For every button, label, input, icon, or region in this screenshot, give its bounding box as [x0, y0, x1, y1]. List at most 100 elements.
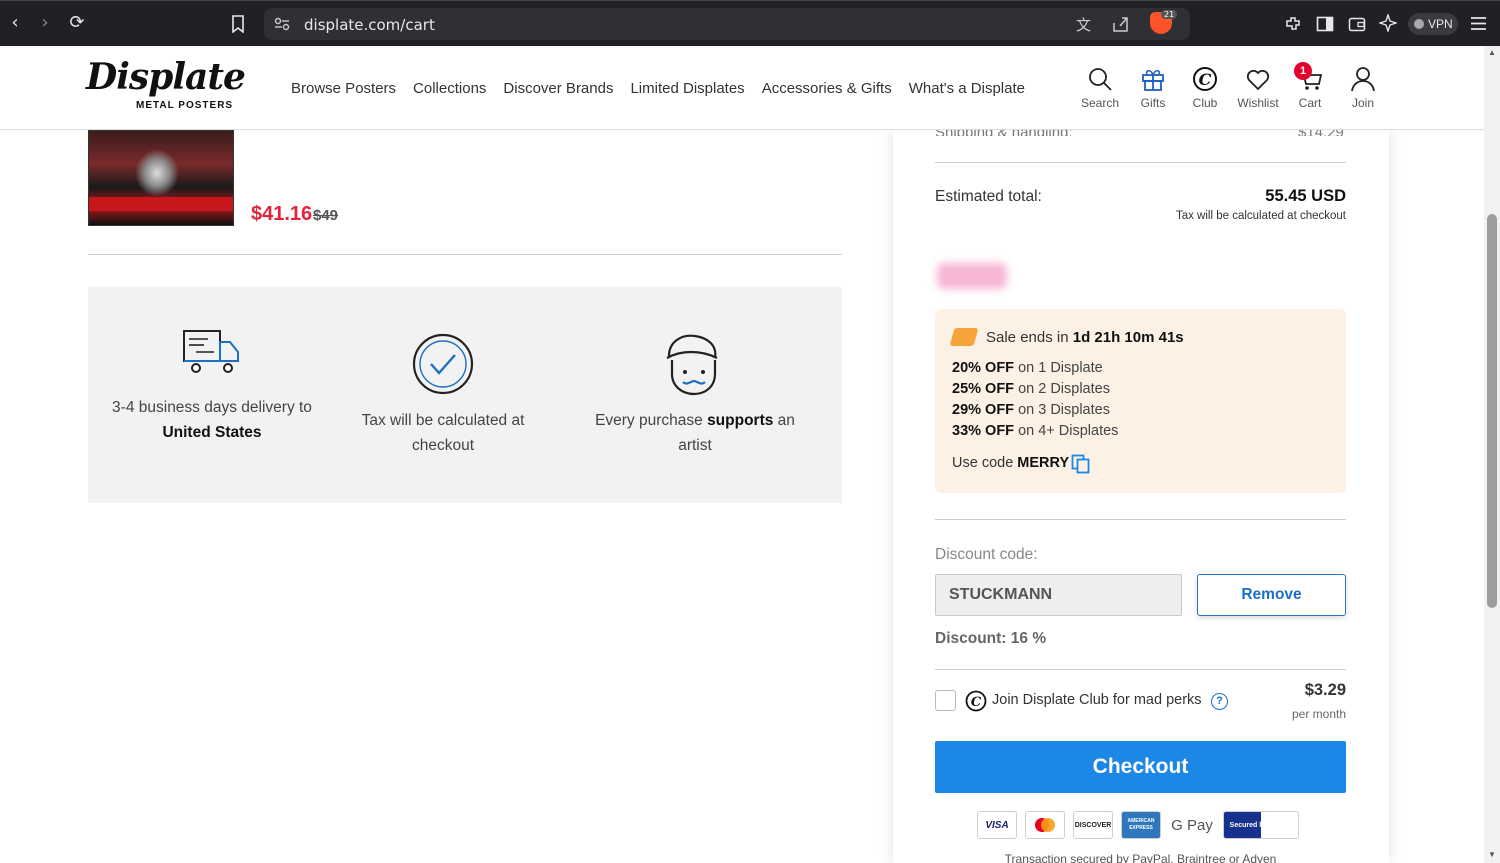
scroll-down-arrow[interactable]: ▼: [1487, 850, 1497, 859]
site-settings-icon[interactable]: [274, 17, 290, 31]
nav-browse-posters[interactable]: Browse Posters: [291, 80, 396, 97]
leo-ai-icon[interactable]: [1379, 14, 1397, 32]
tax-info: Tax will be calculated at checkout: [361, 412, 525, 454]
gift-icon: [1142, 69, 1164, 91]
club-price: $3.29: [1304, 681, 1346, 699]
logo-subtitle: METAL POSTERS: [136, 100, 234, 111]
nav-limited-displates[interactable]: Limited Displates: [630, 80, 744, 97]
nav-discover-brands[interactable]: Discover Brands: [503, 80, 613, 97]
product-price: $41.16: [251, 203, 313, 225]
copy-icon[interactable]: [1071, 454, 1091, 474]
artist-icon: [666, 334, 718, 396]
browser-toolbar: ‹ › ⟳ displate.com/cart 文 21 VPN: [0, 0, 1500, 46]
estimated-total-label: Estimated total:: [935, 188, 1042, 205]
tier-off: 29% OFF: [952, 402, 1015, 418]
extensions-icon[interactable]: [1284, 15, 1302, 33]
tax-note: Tax will be calculated at checkout: [1175, 210, 1346, 222]
amex-logo: AMERICAN EXPRESS: [1121, 811, 1161, 839]
remove-discount-button[interactable]: Remove: [1197, 574, 1346, 616]
club-offer-text: Join Displate Club for mad perks: [992, 692, 1202, 708]
delivery-country: United States: [162, 424, 262, 441]
translate-icon[interactable]: 文: [1076, 14, 1091, 35]
delivery-info: 3-4 business days delivery to United Sta…: [102, 395, 322, 445]
visa-logo: VISA: [977, 811, 1017, 839]
artwork-tree: [135, 149, 179, 197]
wishlist-nav[interactable]: Wishlist: [1233, 66, 1283, 110]
nav-whats-a-displate[interactable]: What's a Displate: [909, 80, 1025, 97]
wallet-icon[interactable]: [1348, 15, 1366, 33]
user-icon: [1351, 67, 1375, 92]
tier-text: on 2 Displates: [1014, 381, 1110, 397]
promo-code: MERRY: [1017, 455, 1070, 471]
join-nav[interactable]: Join: [1338, 66, 1388, 110]
discount-tier: 20% OFF on 1 Displate: [952, 360, 1103, 376]
tier-text: on 1 Displate: [1014, 360, 1103, 376]
discount-tier: 33% OFF on 4+ Displates: [952, 423, 1118, 439]
discount-code-input[interactable]: [935, 574, 1182, 616]
club-checkbox[interactable]: [935, 690, 956, 711]
secured-note: Transaction secured by PayPal, Braintree…: [1004, 852, 1277, 863]
support-bold: supports: [707, 412, 774, 429]
bookmark-icon[interactable]: [231, 15, 245, 33]
club-icon: C: [1193, 67, 1217, 91]
forward-button[interactable]: ›: [34, 12, 56, 34]
tier-off: 33% OFF: [952, 423, 1015, 439]
artist-support-info: Every purchase supports an artist: [585, 408, 805, 458]
delivery-text: 3-4 business days delivery to: [112, 399, 312, 416]
sidebar-icon[interactable]: [1316, 15, 1334, 33]
vpn-button[interactable]: VPN: [1408, 13, 1458, 35]
promo-code-line: Use code MERRY: [952, 455, 1069, 471]
checkmark-circle-icon: [412, 333, 474, 395]
divider: [88, 254, 842, 255]
support-text: Every purchase: [595, 412, 708, 429]
reload-button[interactable]: ⟳: [66, 12, 88, 34]
discount-code-label: Discount code:: [935, 546, 1038, 563]
gifts-nav[interactable]: Gifts: [1128, 66, 1178, 110]
help-icon[interactable]: ?: [1211, 693, 1228, 710]
main-nav: Browse Posters Collections Discover Bran…: [291, 80, 1025, 97]
displate-logo[interactable]: Displate: [86, 56, 246, 98]
svg-text:C: C: [971, 695, 982, 710]
nav-collections[interactable]: Collections: [413, 80, 486, 97]
paypal-logo: Secured by PayPal: [1223, 811, 1299, 839]
mastercard-logo: [1025, 811, 1065, 839]
sale-countdown: Sale ends in 1d 21h 10m 41s: [986, 329, 1184, 346]
product-thumbnail[interactable]: [88, 130, 234, 226]
klarna-badge: [937, 263, 1007, 289]
url-text[interactable]: displate.com/cart: [304, 16, 435, 34]
cart-count-badge: 1: [1294, 62, 1312, 80]
vpn-label: VPN: [1428, 17, 1453, 31]
club-label: Club: [1192, 96, 1218, 110]
address-bar[interactable]: displate.com/cart 文: [264, 8, 1190, 40]
countdown-timer: 1d 21h 10m 41s: [1072, 329, 1184, 346]
gifts-label: Gifts: [1140, 96, 1166, 110]
delivery-truck-icon: [183, 330, 239, 373]
benefits-panel: 3-4 business days delivery to United Sta…: [88, 287, 842, 503]
svg-text:C: C: [1199, 70, 1212, 89]
discount-result: Discount: 16 %: [935, 630, 1047, 647]
checkout-button[interactable]: Checkout: [935, 741, 1346, 793]
tier-text: on 4+ Displates: [1014, 423, 1119, 439]
nav-accessories-gifts[interactable]: Accessories & Gifts: [762, 80, 892, 97]
menu-icon[interactable]: [1470, 16, 1487, 31]
google-pay-logo: G Pay: [1169, 811, 1215, 839]
discover-logo: DISCOVER: [1073, 811, 1113, 839]
back-button[interactable]: ‹: [4, 12, 26, 34]
divider: [935, 519, 1346, 520]
tier-off: 25% OFF: [952, 381, 1015, 397]
payment-methods: VISA DISCOVER AMERICAN EXPRESS G Pay Sec…: [977, 811, 1299, 839]
club-nav[interactable]: C Club: [1180, 66, 1230, 110]
shield-count-badge: 21: [1161, 10, 1178, 19]
search-icon: [1089, 68, 1112, 91]
artwork-river: [89, 197, 233, 211]
search-label: Search: [1080, 96, 1120, 110]
share-icon[interactable]: [1112, 16, 1130, 32]
heart-icon: [1246, 69, 1270, 91]
mastercard-icon: [1035, 818, 1055, 832]
scroll-up-arrow[interactable]: ▲: [1487, 48, 1497, 57]
search-nav[interactable]: Search: [1075, 66, 1125, 110]
tier-off: 20% OFF: [952, 360, 1015, 376]
discount-tier: 25% OFF on 2 Displates: [952, 381, 1110, 397]
tier-text: on 3 Displates: [1014, 402, 1110, 418]
scrollbar-thumb[interactable]: [1487, 214, 1497, 608]
